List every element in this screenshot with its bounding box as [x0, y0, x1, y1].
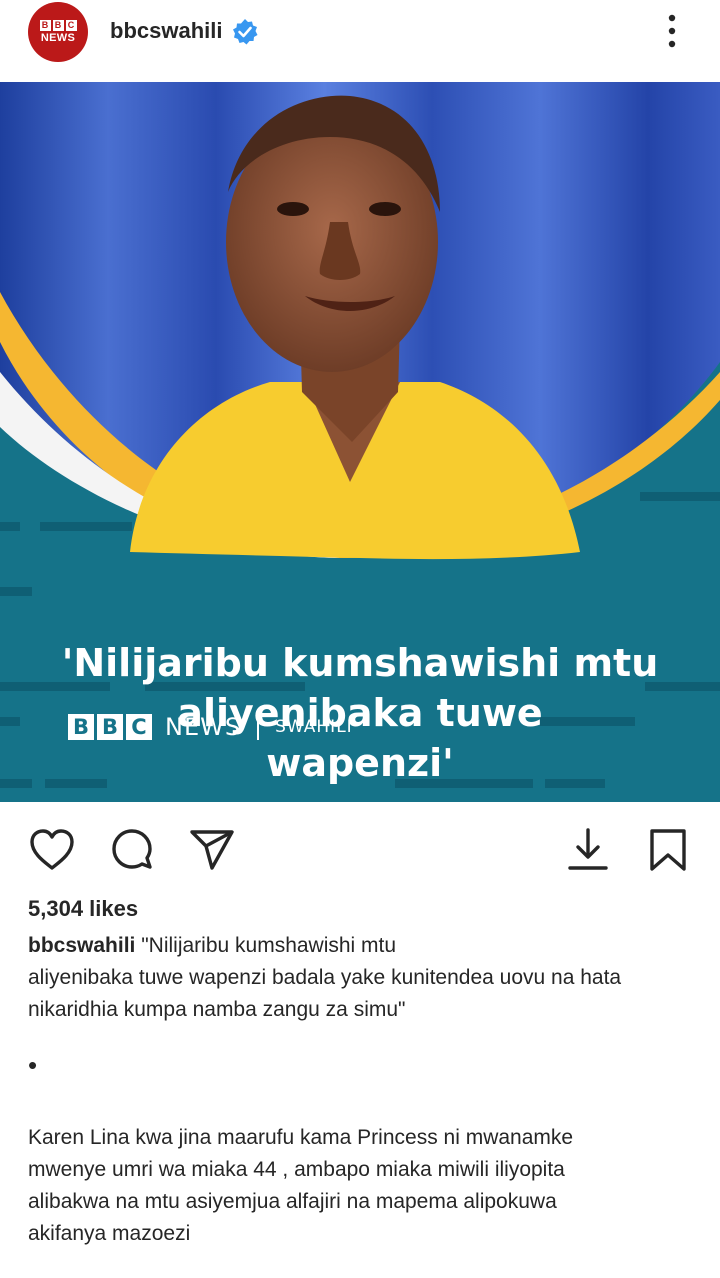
avatar-logo-letter: C — [65, 20, 77, 31]
avatar-logo-letter: B — [39, 20, 51, 31]
caption-first-line: bbcswahili "Nilijaribu kumshawishi mtu — [28, 930, 698, 962]
download-icon — [568, 828, 608, 870]
logo-letter: C — [126, 714, 152, 740]
like-button[interactable] — [28, 826, 76, 874]
logo-news-text: NEWS — [165, 713, 242, 741]
heart-icon — [30, 829, 74, 870]
paragraph-line: akifanya mazoezi — [28, 1222, 191, 1245]
caption: bbcswahili "Nilijaribu kumshawishi mtu a… — [28, 930, 698, 1026]
caption-username[interactable]: bbcswahili — [28, 934, 135, 957]
caption-text: nikaridhia kumpa namba zangu za simu" — [28, 998, 406, 1021]
headline-line: wapenzi' — [266, 741, 454, 785]
username[interactable]: bbcswahili — [110, 18, 222, 44]
caption-text: "Nilijaribu kumshawishi mtu — [141, 934, 397, 957]
logo-letter: B — [97, 714, 123, 740]
paragraph-line: alibakwa na mtu asiyemjua alfajiri na ma… — [28, 1190, 557, 1213]
avatar-bbc-logo: B B C — [39, 20, 77, 31]
logo-service-text: SWAHILI — [275, 717, 353, 737]
comment-icon — [112, 829, 152, 869]
save-button[interactable] — [644, 826, 692, 874]
avatar-news-label: NEWS — [40, 32, 76, 44]
send-icon — [190, 830, 234, 870]
caption-paragraph: Karen Lina kwa jina maarufu kama Princes… — [28, 1122, 698, 1250]
comment-button[interactable] — [108, 826, 156, 874]
logo-letter: B — [68, 714, 94, 740]
post-actions — [0, 802, 720, 892]
avatar[interactable]: B B C NEWS — [28, 2, 88, 62]
download-button[interactable] — [564, 826, 612, 874]
avatar-logo-letter: B — [52, 20, 64, 31]
post-header: B B C NEWS bbcswahili — [0, 0, 720, 82]
share-button[interactable] — [188, 826, 236, 874]
vertical-ellipsis-icon[interactable] — [660, 12, 684, 52]
verified-badge-icon — [233, 19, 258, 45]
paragraph-line: Karen Lina kwa jina maarufu kama Princes… — [28, 1126, 574, 1149]
bookmark-icon — [650, 829, 686, 871]
caption-text: aliyenibaka tuwe wapenzi badala yake kun… — [28, 966, 622, 989]
bbc-news-swahili-logo: B B C NEWS SWAHILI — [68, 712, 353, 742]
headline-line: 'Nilijaribu kumshawishi mtu — [61, 641, 659, 685]
caption-bullet: • — [28, 1050, 38, 1080]
like-count[interactable]: 5,304 likes — [28, 896, 138, 922]
logo-divider — [257, 714, 260, 740]
paragraph-line: mwenye umri wa miaka 44 , ambapo miaka m… — [28, 1158, 565, 1181]
post-image[interactable]: 'Nilijaribu kumshawishi mtu aliyenibaka … — [0, 82, 720, 802]
